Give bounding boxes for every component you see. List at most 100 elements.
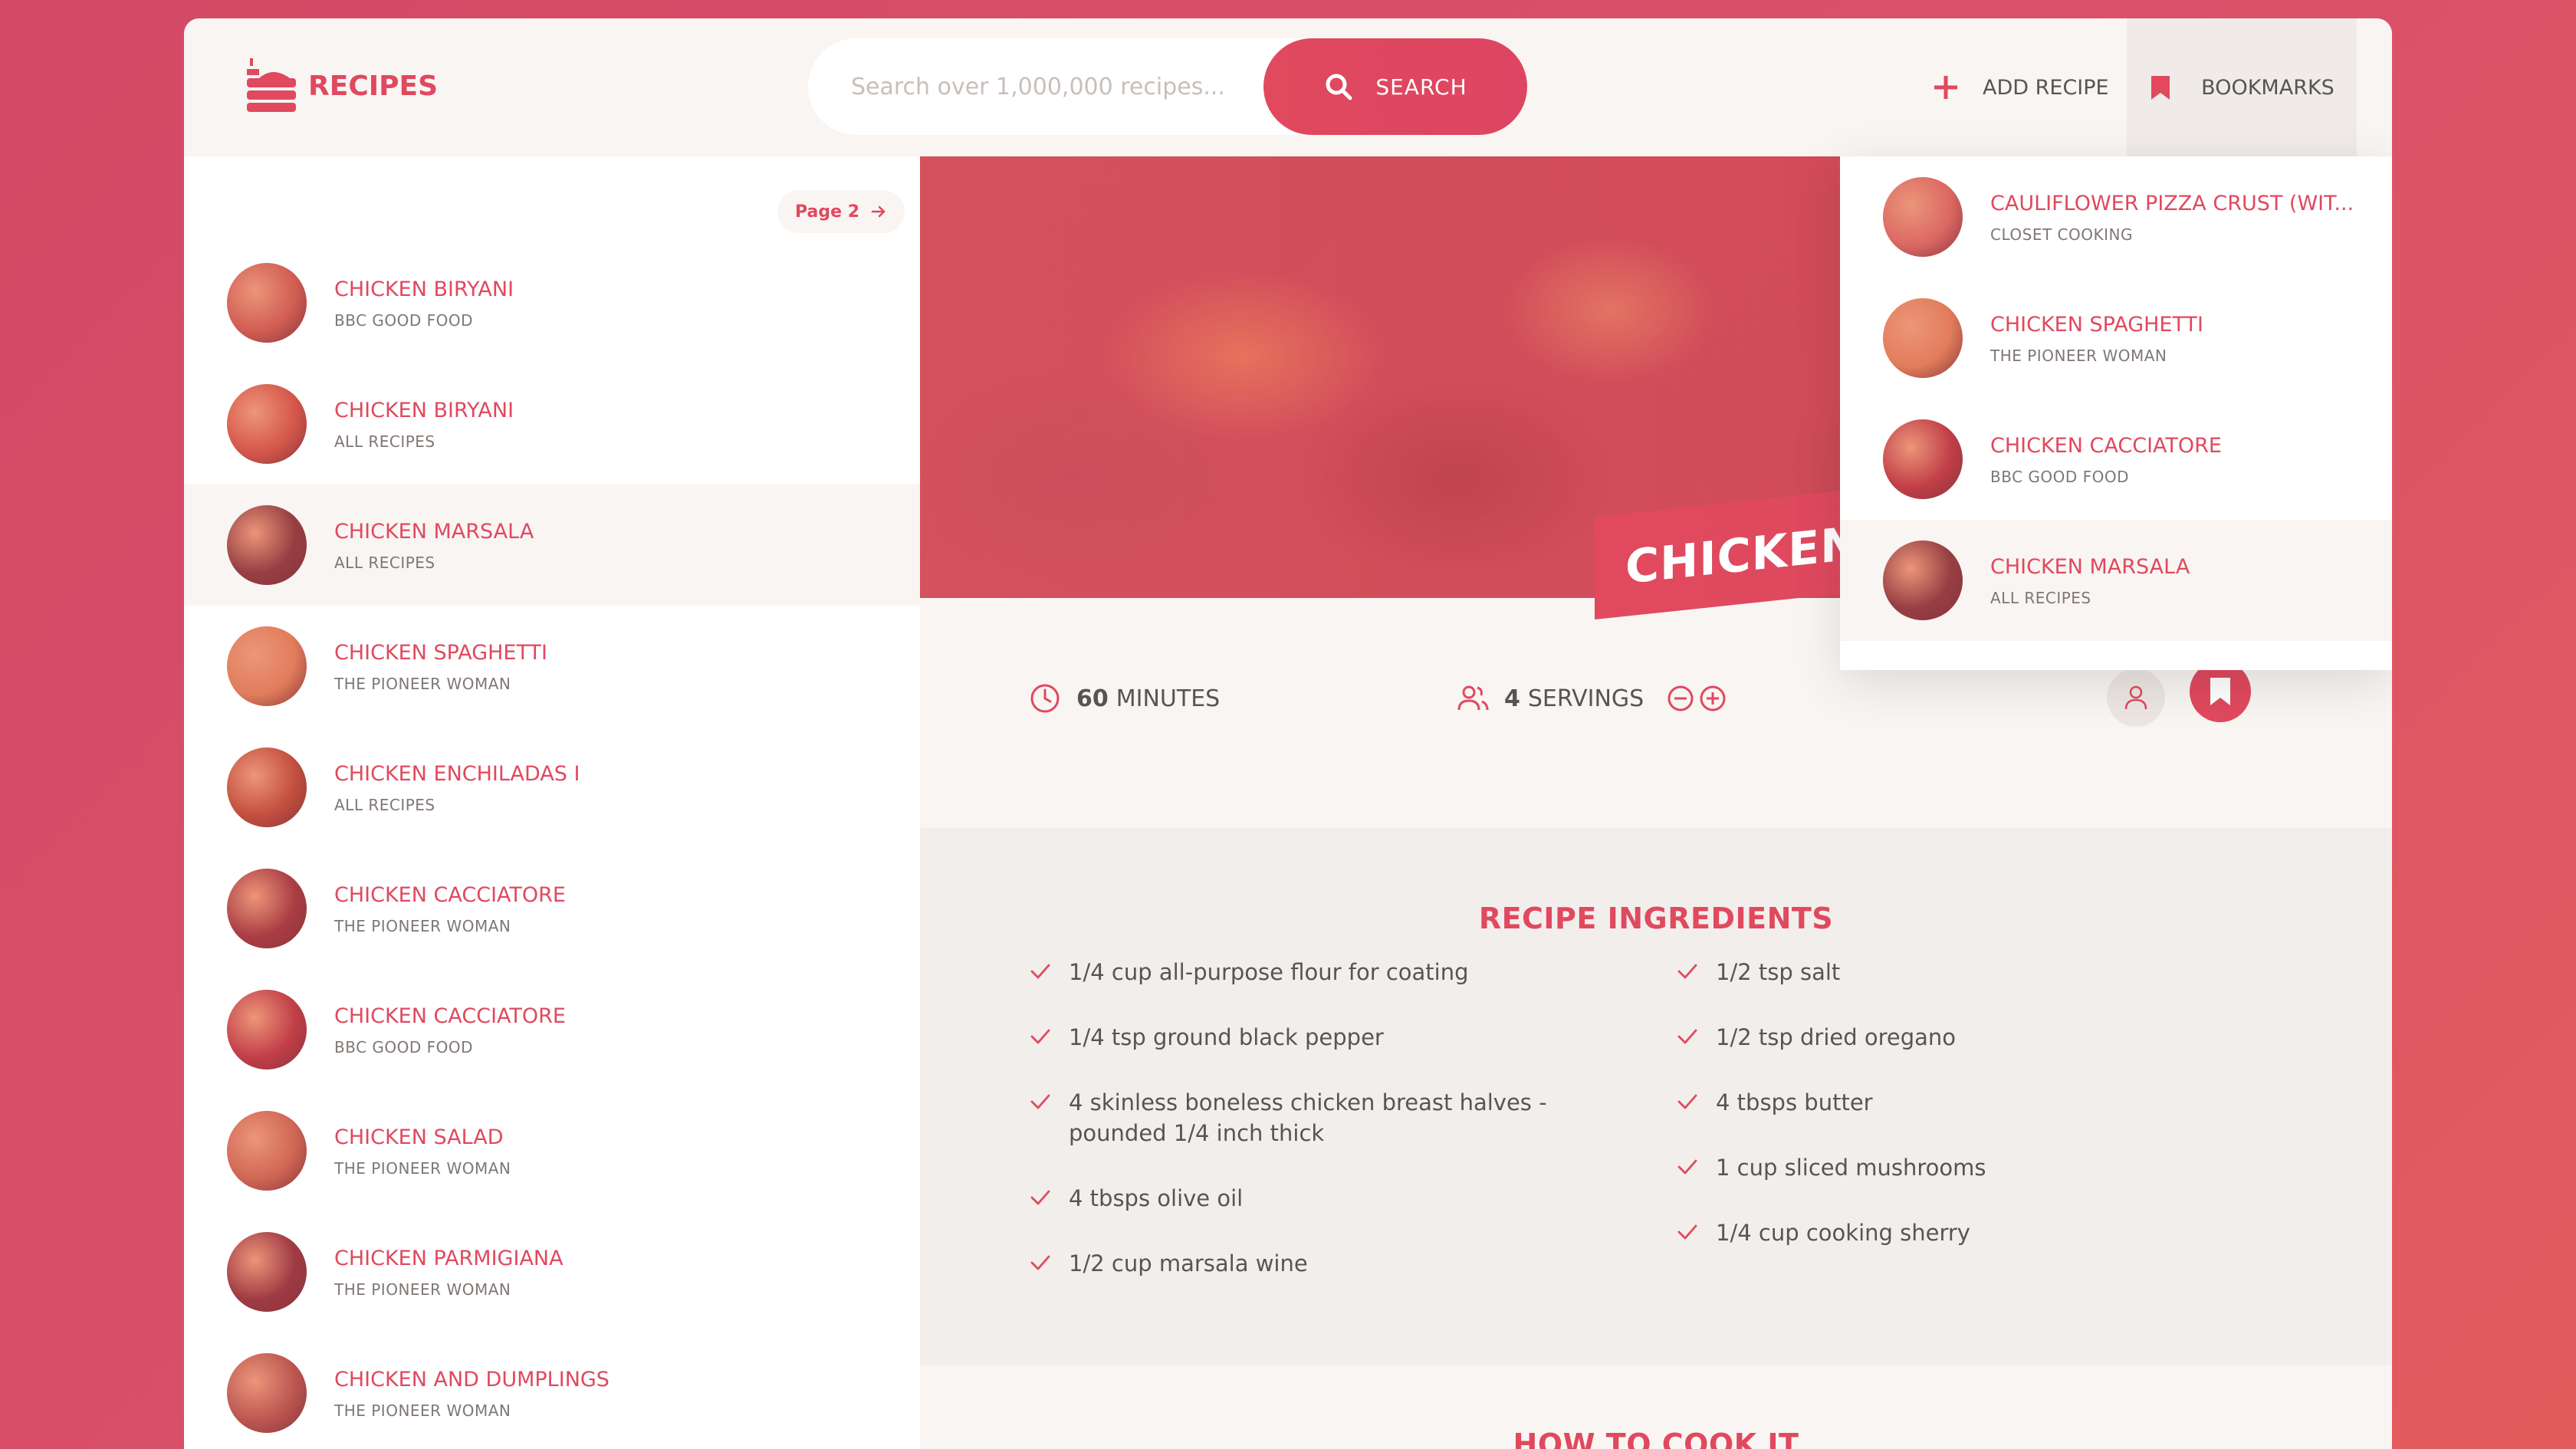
- search-results: Page 2 CHICKEN BIRYANI BBC GOOD FOOD CHICK…: [184, 156, 920, 1449]
- ingredient-item: 1/4 cup all-purpose flour for coating: [1029, 957, 1642, 987]
- bookmarks-list: CAULIFLOWER PIZZA CRUST (WIT... CLOSET CO…: [1840, 156, 2392, 641]
- list-item-text: CHICKEN MARSALA ALL RECIPES: [1990, 554, 2190, 607]
- search-icon: [1326, 74, 1352, 100]
- list-item[interactable]: CHICKEN MARSALA ALL RECIPES: [184, 485, 920, 606]
- recipe-thumbnail: [227, 1232, 307, 1312]
- ingredient-item: 1/2 cup marsala wine: [1029, 1248, 1642, 1279]
- recipe-thumbnail: [227, 869, 307, 948]
- recipe-thumbnail: [227, 263, 307, 343]
- next-page-label: Page 2: [794, 202, 859, 222]
- add-recipe-label: ADD RECIPE: [1983, 75, 2109, 100]
- list-item-publisher: ALL RECIPES: [334, 796, 435, 814]
- list-item-publisher: THE PIONEER WOMAN: [334, 917, 511, 935]
- list-item-publisher: ALL RECIPES: [334, 432, 435, 451]
- search-button[interactable]: SEARCH: [1263, 38, 1527, 135]
- list-item-text: CHICKEN CACCIATORE THE PIONEER WOMAN: [334, 882, 566, 935]
- list-item-text: CHICKEN MARSALA ALL RECIPES: [334, 518, 534, 572]
- minus-circle-icon[interactable]: [1667, 685, 1694, 712]
- ingredient-text: 4 tbsps olive oil: [1069, 1185, 1244, 1211]
- list-item-text: CHICKEN SPAGHETTI THE PIONEER WOMAN: [334, 639, 547, 693]
- list-item-publisher: CLOSET COOKING: [1990, 225, 2133, 244]
- recipe-thumbnail: [227, 1111, 307, 1191]
- list-item-text: CHICKEN PARMIGIANA THE PIONEER WOMAN: [334, 1245, 564, 1299]
- list-item-publisher: BBC GOOD FOOD: [1990, 468, 2130, 486]
- recipe-thumbnail: [1883, 419, 1963, 499]
- check-icon: [1677, 1159, 1697, 1175]
- time-value: 60: [1076, 685, 1109, 712]
- list-item-text: CHICKEN AND DUMPLINGS THE PIONEER WOMAN: [334, 1366, 610, 1420]
- list-item[interactable]: CHICKEN BIRYANI ALL RECIPES: [184, 363, 920, 485]
- ingredient-text: 1/2 cup marsala wine: [1069, 1250, 1308, 1276]
- check-icon: [1677, 1029, 1697, 1044]
- list-item-publisher: ALL RECIPES: [334, 554, 435, 572]
- list-item[interactable]: CHICKEN AND DUMPLINGS THE PIONEER WOMAN: [184, 1332, 920, 1449]
- cooking-time: 60 MINUTES: [1029, 682, 1220, 715]
- list-item-publisher: THE PIONEER WOMAN: [334, 1159, 511, 1178]
- list-item-title: CHICKEN AND DUMPLINGS: [334, 1368, 610, 1392]
- servings: 4 SERVINGS: [1457, 682, 1731, 715]
- search-form: SEARCH: [808, 38, 1527, 135]
- list-item[interactable]: CHICKEN CACCIATORE BBC GOOD FOOD: [1840, 399, 2392, 520]
- list-item-text: CHICKEN CACCIATORE BBC GOOD FOOD: [1990, 432, 2222, 486]
- ingredient-item: 4 tbsps olive oil: [1029, 1183, 1642, 1214]
- ingredients-list-right: 1/2 tsp salt 1/2 tsp dried oregano 4 tbsps…: [1676, 957, 2289, 1283]
- plus-circle-icon[interactable]: [1699, 685, 1727, 712]
- check-icon: [1030, 1094, 1050, 1109]
- list-item-text: CAULIFLOWER PIZZA CRUST (WIT... CLOSET CO…: [1990, 190, 2354, 244]
- check-icon: [1677, 1224, 1697, 1240]
- recipe-thumbnail: [227, 990, 307, 1070]
- recipe-thumbnail: [1883, 540, 1963, 620]
- bookmarks-button[interactable]: BOOKMARKS: [2127, 18, 2357, 156]
- list-item[interactable]: CHICKEN ENCHILADAS I ALL RECIPES: [184, 727, 920, 848]
- ingredient-item: 1/4 tsp ground black pepper: [1029, 1022, 1642, 1053]
- directions-heading: HOW TO COOK IT: [1513, 1428, 1799, 1449]
- list-item[interactable]: CHICKEN PARMIGIANA THE PIONEER WOMAN: [184, 1211, 920, 1332]
- clock-icon: [1030, 684, 1060, 713]
- ingredient-item: 1/2 tsp dried oregano: [1676, 1022, 2289, 1053]
- list-item-publisher: THE PIONEER WOMAN: [334, 675, 511, 693]
- check-icon: [1030, 1029, 1050, 1044]
- ingredient-text: 1/2 tsp dried oregano: [1716, 1024, 1957, 1050]
- check-icon: [1677, 1094, 1697, 1109]
- ingredient-item: 4 tbsps butter: [1676, 1087, 2289, 1118]
- list-item-title: CHICKEN CACCIATORE: [1990, 434, 2222, 458]
- logo[interactable]: RECIPES: [242, 55, 438, 117]
- list-item-title: CHICKEN BIRYANI: [334, 399, 514, 422]
- bookmarks-panel: CAULIFLOWER PIZZA CRUST (WIT... CLOSET CO…: [1840, 156, 2392, 670]
- list-item[interactable]: CHICKEN SPAGHETTI THE PIONEER WOMAN: [184, 606, 920, 727]
- search-input[interactable]: [851, 73, 1250, 100]
- time-unit: MINUTES: [1116, 685, 1221, 712]
- list-item-publisher: BBC GOOD FOOD: [334, 311, 474, 330]
- list-item-title: CHICKEN MARSALA: [1990, 555, 2190, 579]
- list-item-text: CHICKEN CACCIATORE BBC GOOD FOOD: [334, 1003, 566, 1056]
- add-recipe-button[interactable]: ADD RECIPE: [1932, 18, 2109, 156]
- list-item[interactable]: CAULIFLOWER PIZZA CRUST (WIT... CLOSET CO…: [1840, 156, 2392, 278]
- list-item[interactable]: CHICKEN SALAD THE PIONEER WOMAN: [184, 1090, 920, 1211]
- list-item-title: CHICKEN MARSALA: [334, 520, 534, 544]
- list-item-publisher: BBC GOOD FOOD: [334, 1038, 474, 1056]
- list-item[interactable]: CHICKEN CACCIATORE BBC GOOD FOOD: [184, 969, 920, 1090]
- ingredient-text: 4 skinless boneless chicken breast halve…: [1069, 1089, 1547, 1146]
- check-icon: [1030, 964, 1050, 979]
- ingredient-text: 1/4 cup cooking sherry: [1716, 1220, 1970, 1246]
- list-item-publisher: ALL RECIPES: [1990, 589, 2091, 607]
- ingredient-text: 4 tbsps butter: [1716, 1089, 1873, 1116]
- list-item[interactable]: CHICKEN BIRYANI BBC GOOD FOOD: [184, 242, 920, 363]
- bookmarks-label: BOOKMARKS: [2201, 75, 2334, 100]
- check-icon: [1030, 1255, 1050, 1270]
- next-page-button[interactable]: Page 2: [777, 190, 905, 233]
- list-item[interactable]: CHICKEN MARSALA ALL RECIPES: [1840, 520, 2392, 641]
- recipe-thumbnail: [227, 384, 307, 464]
- ingredients-list-left: 1/4 cup all-purpose flour for coating 1/4…: [1029, 957, 1642, 1313]
- recipe-thumbnail: [1883, 298, 1963, 378]
- list-item[interactable]: CHICKEN CACCIATORE THE PIONEER WOMAN: [184, 848, 920, 969]
- list-item[interactable]: CHICKEN SPAGHETTI THE PIONEER WOMAN: [1840, 278, 2392, 399]
- list-item-title: CHICKEN SALAD: [334, 1125, 504, 1149]
- list-item-text: CHICKEN BIRYANI BBC GOOD FOOD: [334, 276, 514, 330]
- list-item-title: CHICKEN BIRYANI: [334, 278, 514, 301]
- logo-text: RECIPES: [308, 70, 439, 102]
- bookmark-recipe-button[interactable]: [2190, 661, 2251, 722]
- recipe-thumbnail: [227, 505, 307, 585]
- ingredient-text: 1/2 tsp salt: [1716, 959, 1841, 985]
- list-item-title: CHICKEN ENCHILADAS I: [334, 762, 580, 786]
